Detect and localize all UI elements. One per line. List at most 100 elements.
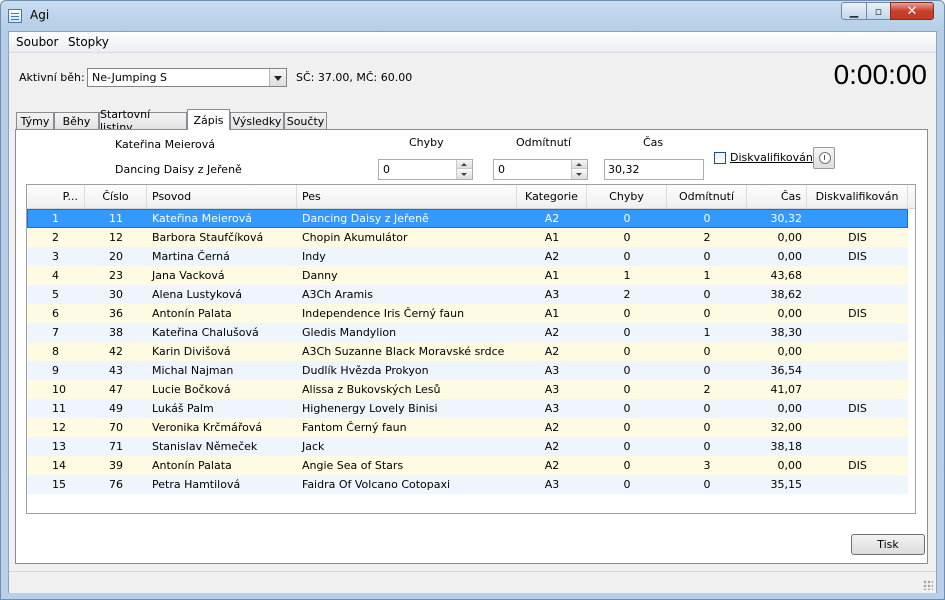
cell-cas: 36,54: [770, 364, 803, 377]
disqualified-label[interactable]: Diskvalifikován: [730, 151, 813, 164]
active-run-dropdown[interactable]: Ne-Jumping S: [87, 68, 287, 87]
table-row[interactable]: 5 30 Alena Lustyková A3Ch Aramis A3 2 0 38,62: [27, 285, 908, 304]
cell-diskvalifikovan: [807, 285, 908, 304]
table-row[interactable]: 7 38 Kateřina Chalušová Gledis Mandylion A2 0…: [27, 323, 908, 342]
cell-odmitnuti: 0: [703, 440, 711, 453]
title-bar[interactable]: Agi ▁ ▫ ✕: [1, 1, 944, 31]
refusals-label: Odmítnutí: [516, 136, 572, 149]
cell-pes: Fantom Černý faun: [302, 421, 407, 434]
cell-chyby: 0: [623, 326, 631, 339]
menu-stopky[interactable]: Stopky: [68, 35, 109, 49]
alarm-clock-icon[interactable]: [813, 147, 835, 169]
refusals-down-button[interactable]: [572, 170, 587, 179]
faults-up-button[interactable]: [457, 160, 472, 169]
cell-psovod: Jana Vacková: [152, 269, 225, 282]
table-row[interactable]: 9 43 Michal Najman Dudlík Hvězda Prokyon A3 0…: [27, 361, 908, 380]
col-header-cas[interactable]: Čas: [747, 185, 807, 208]
cell-psovod: Martina Černá: [152, 250, 230, 263]
cell-cislo: 11: [109, 212, 123, 225]
cell-chyby: 1: [623, 269, 631, 282]
cell-diskvalifikovan: [807, 209, 908, 228]
tab-startovni-listiny[interactable]: Startovní listiny: [99, 108, 187, 134]
cell-poradi: 9: [52, 364, 59, 377]
tab-behy[interactable]: Běhy: [54, 112, 99, 129]
col-header-poradi[interactable]: P...: [27, 185, 85, 208]
col-header-pes[interactable]: Pes: [297, 185, 517, 208]
cell-cislo: 43: [109, 364, 123, 377]
table-row[interactable]: 3 20 Martina Černá Indy A2 0 0 0,00 DIS: [27, 247, 908, 266]
table-row[interactable]: 14 39 Antonín Palata Angie Sea of Stars A2 0 3…: [27, 456, 908, 475]
cell-cas: 0,00: [777, 307, 803, 320]
cell-diskvalifikovan: DIS: [848, 402, 867, 415]
col-header-diskvalifikovan[interactable]: Diskvalifikován: [807, 185, 908, 208]
cell-diskvalifikovan: [807, 437, 908, 456]
table-row[interactable]: 15 76 Petra Hamtilová Faidra Of Volcano Cot…: [27, 475, 908, 494]
cell-psovod: Veronika Krčmářová: [152, 421, 263, 434]
cell-odmitnuti: 0: [703, 250, 711, 263]
minimize-button[interactable]: ▁: [841, 2, 867, 20]
cell-kategorie: A1: [544, 231, 560, 244]
cell-chyby: 0: [623, 250, 631, 263]
table-row[interactable]: 13 71 Stanislav Němeček Jack A2 0 0 38,18: [27, 437, 908, 456]
col-header-cislo[interactable]: Číslo: [85, 185, 147, 208]
table-row[interactable]: 11 49 Lukáš Palm Highenergy Lovely Binisi A3…: [27, 399, 908, 418]
faults-stepper[interactable]: 0: [378, 159, 473, 180]
cell-cas: 0,00: [777, 459, 803, 472]
cell-psovod: Antonín Palata: [152, 307, 232, 320]
tab-vysledky[interactable]: Výsledky: [230, 112, 284, 129]
cell-chyby: 0: [623, 383, 631, 396]
col-header-odmitnuti[interactable]: Odmítnutí: [667, 185, 747, 208]
cell-poradi: 10: [52, 383, 66, 396]
cell-kategorie: A2: [544, 440, 560, 453]
cell-kategorie: A2: [544, 459, 560, 472]
maximize-button[interactable]: ▫: [866, 2, 891, 20]
cell-diskvalifikovan: DIS: [848, 250, 867, 263]
tab-tymy[interactable]: Týmy: [16, 112, 54, 129]
cell-diskvalifikovan: DIS: [848, 307, 867, 320]
resize-grip-icon[interactable]: [923, 580, 933, 590]
cell-psovod: Antonín Palata: [152, 459, 232, 472]
col-header-psovod[interactable]: Psovod: [147, 185, 297, 208]
cell-pes: Dancing Daisy z Jeřeně: [302, 212, 429, 225]
faults-stepper-buttons: [456, 160, 472, 179]
cell-odmitnuti: 1: [703, 269, 711, 282]
cell-poradi: 5: [52, 288, 59, 301]
time-input[interactable]: 30,32: [604, 159, 704, 180]
faults-down-button[interactable]: [457, 170, 472, 179]
cell-diskvalifikovan: [807, 323, 908, 342]
table-row[interactable]: 1 11 Kateřina Meierová Dancing Daisy z Jeře…: [27, 209, 908, 228]
tab-soucty[interactable]: Součty: [284, 112, 327, 129]
cell-odmitnuti: 0: [703, 421, 711, 434]
table-row[interactable]: 8 42 Karin Divišová A3Ch Suzanne Black Mora…: [27, 342, 908, 361]
print-button[interactable]: Tisk: [851, 534, 925, 555]
chevron-down-icon[interactable]: [269, 69, 286, 86]
menu-soubor[interactable]: Soubor: [16, 35, 58, 49]
status-bar: [9, 571, 936, 593]
cell-psovod: Kateřina Chalušová: [152, 326, 259, 339]
table-row[interactable]: 6 36 Antonín Palata Independence Iris Černý…: [27, 304, 908, 323]
cell-poradi: 11: [52, 402, 66, 415]
cell-diskvalifikovan: [807, 342, 908, 361]
table-row[interactable]: 4 23 Jana Vacková Danny A1 1 1 43,68: [27, 266, 908, 285]
cell-kategorie: A2: [544, 421, 560, 434]
refusals-up-button[interactable]: [572, 160, 587, 169]
col-header-chyby[interactable]: Chyby: [587, 185, 667, 208]
table-row[interactable]: 10 47 Lucie Bočková Alissa z Bukovských Les…: [27, 380, 908, 399]
cell-chyby: 0: [623, 440, 631, 453]
close-icon: ✕: [906, 3, 918, 19]
table-row[interactable]: 12 70 Veronika Krčmářová Fantom Černý faun A…: [27, 418, 908, 437]
col-header-kategorie[interactable]: Kategorie: [517, 185, 587, 208]
table-row[interactable]: 2 12 Barbora Staufčíková Chopin Akumulátor A…: [27, 228, 908, 247]
close-button[interactable]: ✕: [890, 2, 934, 20]
cell-pes: A3Ch Aramis: [302, 288, 373, 301]
cell-kategorie: A2: [544, 345, 560, 358]
cell-chyby: 0: [623, 402, 631, 415]
client-area: Soubor Stopky Aktivní běh: Ne-Jumping S …: [8, 31, 937, 593]
disqualified-checkbox[interactable]: [714, 152, 726, 164]
cell-chyby: 0: [623, 478, 631, 491]
refusals-stepper[interactable]: 0: [493, 159, 588, 180]
tab-zapis[interactable]: Zápis: [187, 109, 230, 130]
cell-poradi: 4: [52, 269, 59, 282]
cell-psovod: Barbora Staufčíková: [152, 231, 264, 244]
cell-kategorie: A3: [544, 402, 560, 415]
